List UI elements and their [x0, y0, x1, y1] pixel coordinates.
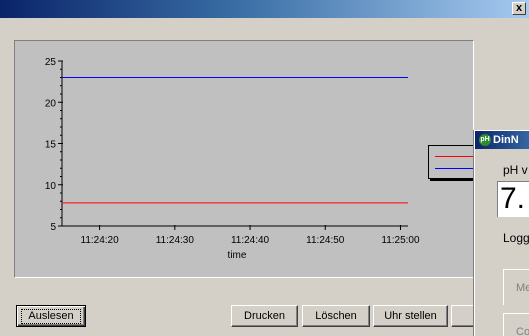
- x-tick-label-4: 11:25:00: [381, 235, 420, 246]
- auslesen-label: Auslesen: [21, 308, 81, 324]
- x-tick-label-1: 11:24:30: [156, 235, 195, 246]
- close-button[interactable]: x: [512, 2, 526, 15]
- drucken-label: Drucken: [244, 310, 285, 322]
- x-tick-label-3: 11:24:50: [306, 235, 345, 246]
- dialog-button-co[interactable]: Co: [503, 313, 529, 336]
- dialog-title: DinN: [493, 134, 519, 146]
- auslesen-button[interactable]: Auslesen: [16, 305, 86, 327]
- logger-label: Logg: [503, 231, 529, 245]
- legend-entry-red: [435, 156, 475, 157]
- ph-dialog: pHDinN pH v 7. Logg Me Co: [474, 130, 529, 336]
- close-icon: x: [515, 2, 523, 14]
- y-tick-label-5: 5: [50, 222, 56, 233]
- y-tick-label-20: 20: [45, 98, 57, 109]
- main-window: x 5 10 15 20 25 11:24:20 11:24:30 11:24:40 11:24…: [0, 0, 529, 336]
- y-tick-label-25: 25: [45, 57, 57, 68]
- uhr-stellen-label: Uhr stellen: [384, 310, 437, 322]
- title-bar[interactable]: x: [0, 0, 529, 18]
- dialog-button-me[interactable]: Me: [503, 269, 529, 305]
- x-tick-label-0: 11:24:20: [81, 235, 120, 246]
- ph-value-display: 7.: [497, 181, 529, 217]
- legend-entry-blue: [435, 168, 475, 169]
- x-tick-label-2: 11:24:40: [231, 235, 270, 246]
- drucken-button[interactable]: Drucken: [231, 305, 298, 327]
- uhr-stellen-button[interactable]: Uhr stellen: [373, 305, 448, 327]
- ph-app-icon: pH: [479, 134, 491, 147]
- line-chart: 5 10 15 20 25 11:24:20 11:24:30 11:24:40 11:24:5…: [45, 57, 420, 261]
- x-axis-title: time: [228, 250, 247, 261]
- loeschen-button[interactable]: Löschen: [302, 305, 370, 327]
- y-tick-label-15: 15: [45, 140, 57, 151]
- loeschen-label: Löschen: [315, 310, 357, 322]
- ph-value-label: pH v: [503, 163, 528, 177]
- dialog-title-bar[interactable]: pH DinN: [475, 131, 529, 149]
- y-tick-label-10: 10: [45, 181, 57, 192]
- chart-panel: 5 10 15 20 25 11:24:20 11:24:30 11:24:40 11:24:5…: [14, 40, 474, 278]
